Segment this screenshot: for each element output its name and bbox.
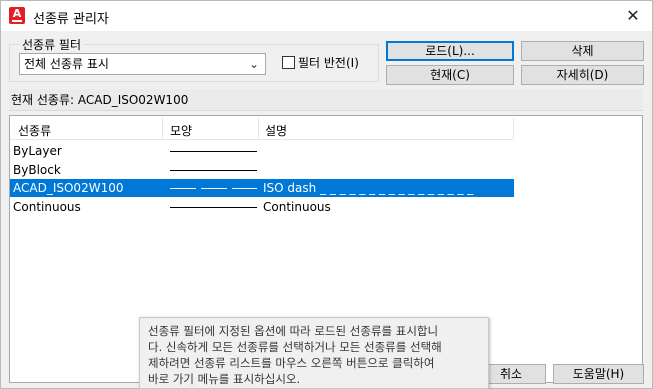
list-item[interactable]: ByLayer: [10, 142, 514, 160]
filter-tooltip: 선종류 필터에 지정된 옵션에 따라 로드된 선종류를 표시합니 다. 신속하게…: [139, 317, 489, 389]
column-divider[interactable]: [258, 118, 259, 138]
delete-button[interactable]: 삭제: [521, 41, 644, 61]
linetype-description: ISO dash _ _ _ _ _ _ _ _ _ _ _ _ _ _ _ _: [263, 181, 474, 195]
linetype-appearance: [170, 151, 257, 152]
linetype-appearance: [170, 170, 257, 171]
tooltip-line: 제하려면 선종류 리스트를 마우스 오른쪽 버튼으로 클릭하여: [148, 356, 435, 370]
linetype-manager-dialog: A 선종류 관리자 ✕ 선종류 필터 전체 선종류 표시 ⌄ 필터 반전(I) …: [0, 0, 653, 389]
load-button[interactable]: 로드(L)...: [386, 41, 514, 61]
title-bar: A 선종류 관리자 ✕: [1, 1, 652, 31]
column-divider[interactable]: [162, 118, 163, 138]
linetype-name: ByLayer: [13, 144, 62, 158]
linetype-filter-dropdown[interactable]: 전체 선종류 표시 ⌄: [19, 53, 266, 75]
column-divider[interactable]: [513, 118, 514, 138]
linetype-description: Continuous: [263, 200, 331, 214]
help-button[interactable]: 도움말(H): [553, 364, 644, 384]
tooltip-line: 선종류 필터에 지정된 옵션에 따라 로드된 선종류를 표시합니: [148, 324, 439, 338]
linetype-name: Continuous: [13, 200, 81, 214]
details-button[interactable]: 자세히(D): [521, 65, 644, 85]
current-linetype-readout: 현재 선종류: ACAD_ISO02W100: [9, 89, 643, 111]
list-item[interactable]: ByBlock: [10, 161, 514, 179]
set-current-button[interactable]: 현재(C): [386, 65, 514, 85]
window-title: 선종류 관리자: [33, 12, 109, 27]
tooltip-line: 바로 가기 메뉴를 표시하십시오.: [148, 372, 301, 386]
list-item-selected[interactable]: ACAD_ISO02W100 ISO dash _ _ _ _ _ _ _ _ …: [10, 179, 514, 197]
list-header: 선종류 모양 설명: [10, 116, 514, 140]
linetype-appearance: [170, 207, 257, 208]
chevron-down-icon: ⌄: [248, 57, 259, 71]
linetype-appearance: [170, 188, 257, 189]
linetype-name: ACAD_ISO02W100: [13, 181, 124, 195]
close-icon[interactable]: ✕: [622, 5, 644, 27]
invert-filter-checkbox[interactable]: [282, 56, 295, 69]
list-item[interactable]: Continuous Continuous: [10, 198, 514, 216]
column-header-linetype[interactable]: 선종류: [18, 122, 51, 139]
invert-filter-label[interactable]: 필터 반전(I): [298, 54, 359, 71]
linetype-name: ByBlock: [13, 163, 61, 177]
filter-selected-value: 전체 선종류 표시: [24, 57, 109, 71]
tooltip-line: 다. 신속하게 모든 선종류를 선택하거나 모든 선종류를 선택해: [148, 340, 442, 354]
column-header-appearance[interactable]: 모양: [170, 122, 192, 139]
autocad-app-icon: A: [9, 7, 25, 24]
filter-group-label: 선종류 필터: [19, 36, 85, 53]
column-header-description[interactable]: 설명: [265, 122, 287, 139]
